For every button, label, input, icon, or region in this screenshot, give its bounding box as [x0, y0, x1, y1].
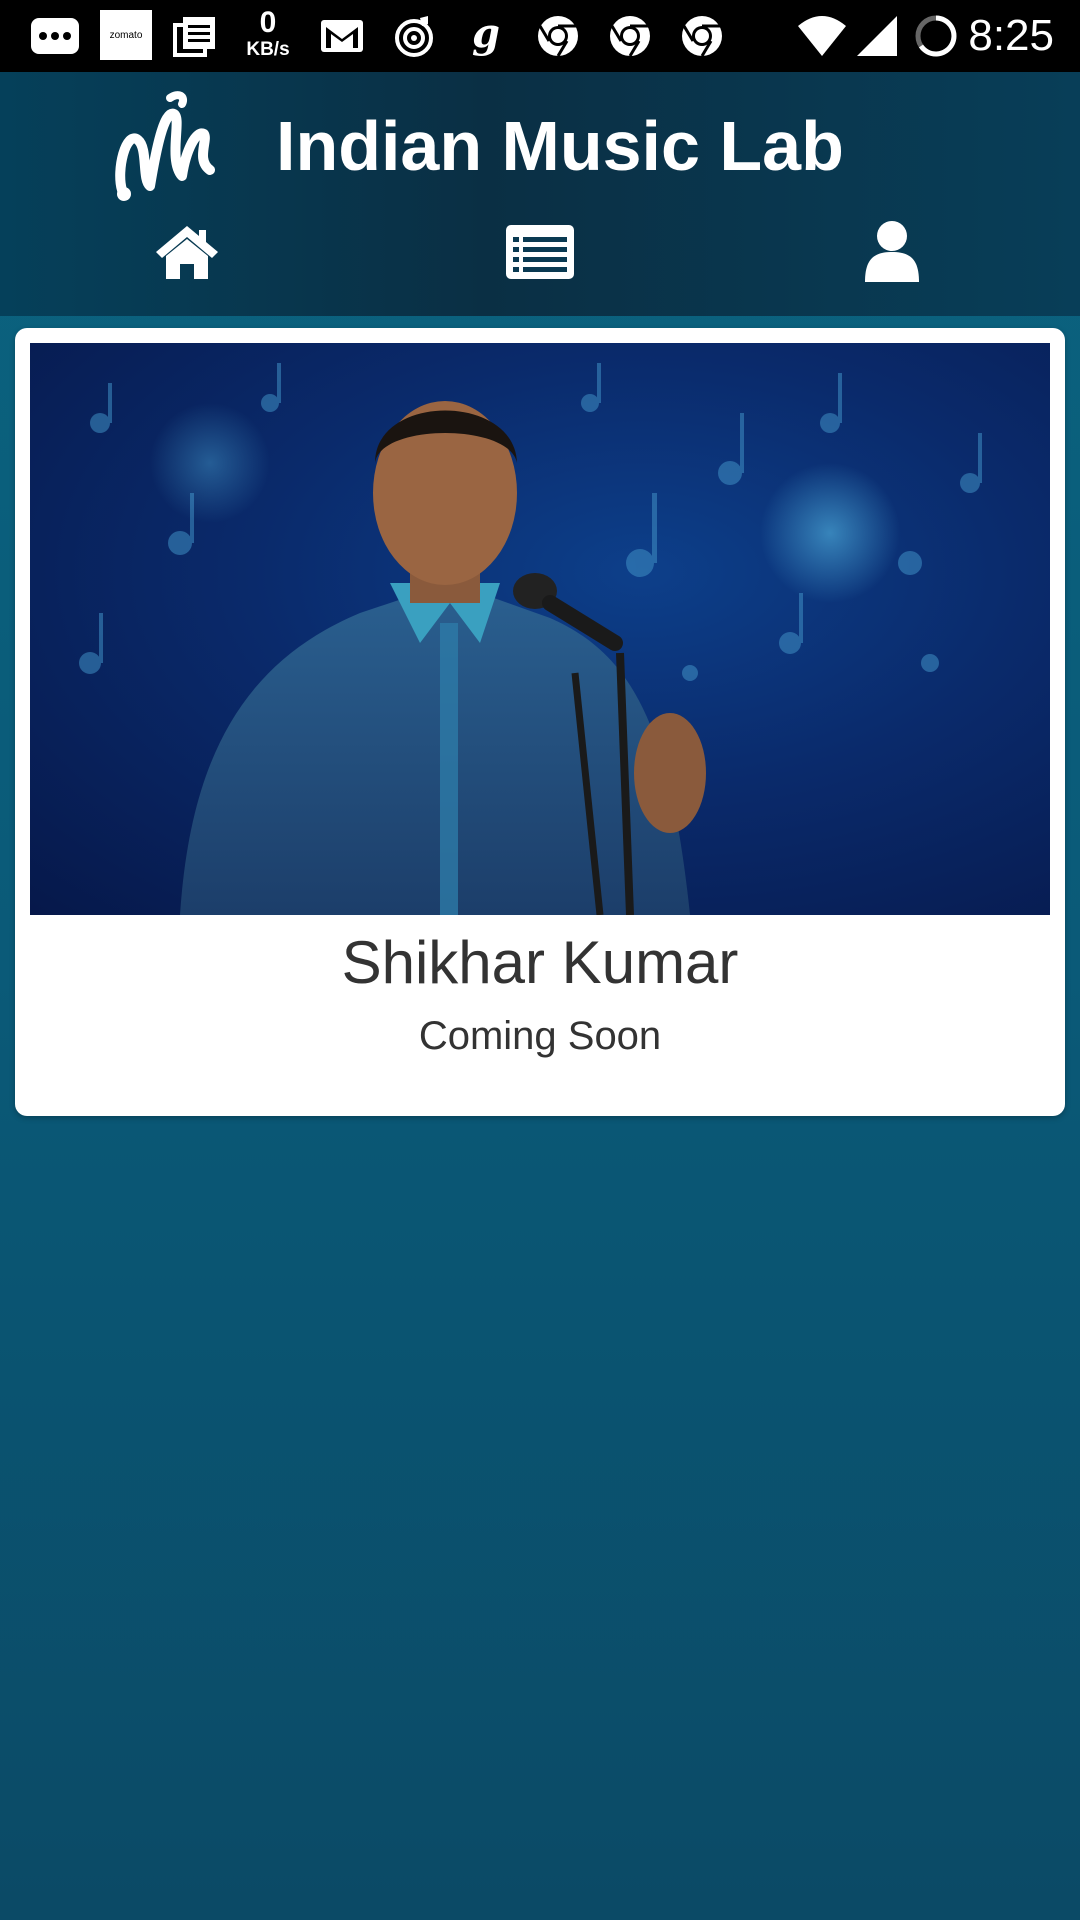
music-icon: [390, 0, 438, 72]
status-bar: zomato 0 KB/s g 8:25: [0, 0, 1080, 72]
artist-name: Shikhar Kumar: [341, 929, 739, 996]
nav-home[interactable]: [137, 214, 237, 294]
clock: 8:25: [968, 11, 1054, 60]
chrome-icon: [678, 0, 726, 72]
chrome-icon: [534, 0, 582, 72]
artist-status: Coming Soon: [418, 1014, 662, 1058]
svg-text:g: g: [472, 13, 500, 57]
net-speed: 0 KB/s: [246, 6, 290, 60]
wifi-icon: [796, 0, 848, 72]
user-icon: [863, 220, 921, 289]
nav-profile[interactable]: [842, 214, 942, 294]
nav-list[interactable]: [490, 214, 590, 294]
app-title: Indian Music Lab: [276, 107, 844, 185]
home-icon: [154, 224, 220, 285]
artist-photo: [30, 343, 1050, 915]
list-icon: [504, 223, 576, 286]
app-logo[interactable]: [112, 90, 216, 202]
signal-icon: [854, 0, 900, 72]
more-icon: [28, 0, 82, 72]
app-header: Indian Music Lab: [0, 72, 1080, 316]
chrome-icon: [606, 0, 654, 72]
gaana-icon: g: [464, 0, 508, 72]
artist-card[interactable]: Shikhar Kumar Coming Soon: [15, 328, 1065, 1116]
zomato-icon: zomato: [100, 10, 152, 60]
gmail-icon: [318, 0, 366, 72]
notes-icon: [172, 0, 218, 72]
battery-icon: [912, 0, 960, 72]
